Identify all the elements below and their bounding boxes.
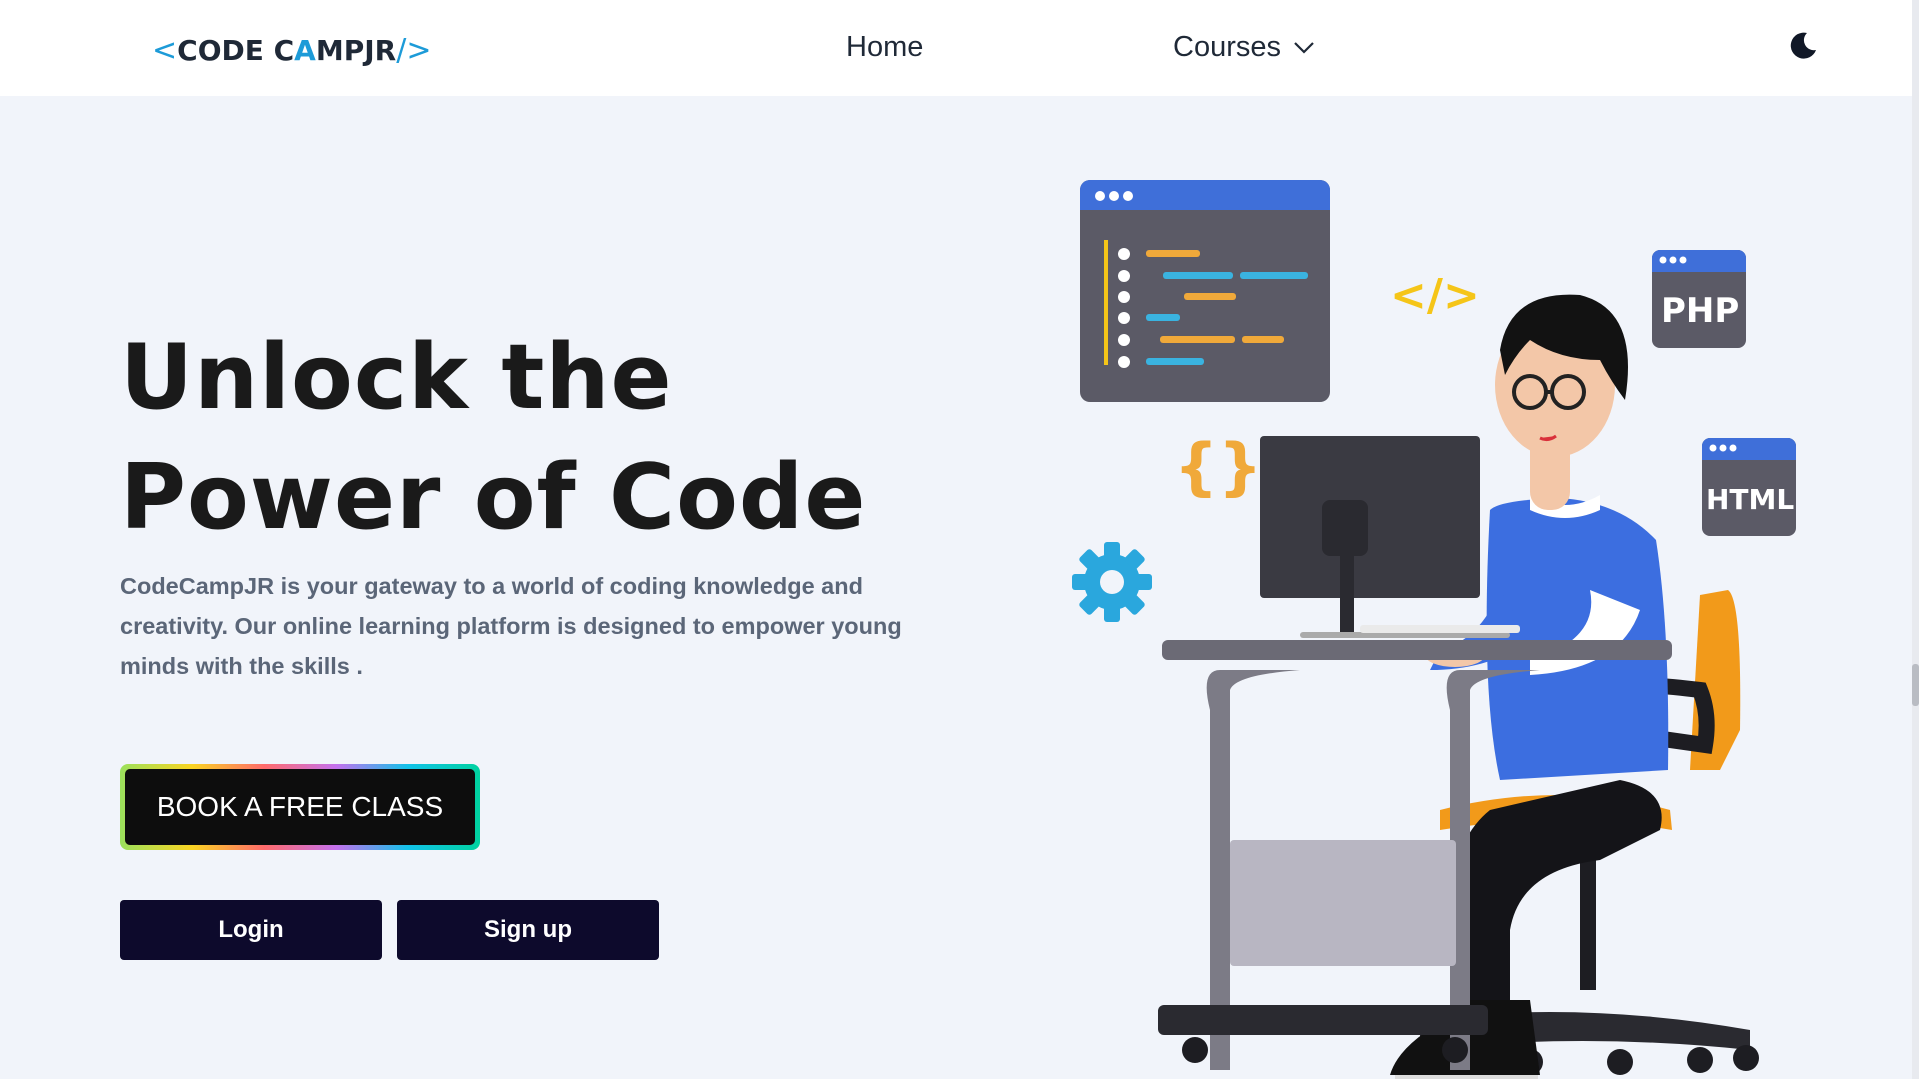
navbar: < CODE C A MPJR /> Home Courses xyxy=(0,0,1919,96)
hero-title: Unlock the Power of Code xyxy=(120,318,940,558)
php-badge-icon: PHP xyxy=(1652,250,1746,348)
hero-title-line-1: Unlock the xyxy=(120,325,673,430)
code-tag-icon: </> xyxy=(1390,270,1480,321)
hero-illustration: </> {} PHP HTML xyxy=(1072,180,1796,1079)
logo-tent-letter: A xyxy=(294,34,316,67)
nav-courses-label: Courses xyxy=(1173,31,1281,63)
logo-text-rest: MPJR xyxy=(315,34,397,67)
curly-braces-icon: {} xyxy=(1174,430,1262,503)
logo-left-bracket: < xyxy=(152,33,178,68)
hero-title-line-2: Power of Code xyxy=(120,445,867,550)
logo-right-bracket: /> xyxy=(396,33,432,68)
signup-button[interactable]: Sign up xyxy=(397,900,659,960)
nav-link-home[interactable]: Home xyxy=(846,31,923,64)
monitor-illustration xyxy=(1260,436,1520,638)
logo-text-code: CODE C xyxy=(177,34,295,67)
gear-icon xyxy=(1072,542,1152,622)
book-free-class-label: BOOK A FREE CLASS xyxy=(125,769,475,845)
hero-description: CodeCampJR is your gateway to a world of… xyxy=(120,573,902,679)
code-window-illustration xyxy=(1080,180,1330,402)
logo[interactable]: < CODE C A MPJR /> xyxy=(152,33,431,68)
book-free-class-button[interactable]: BOOK A FREE CLASS xyxy=(120,764,480,850)
html-badge-icon: HTML xyxy=(1702,438,1796,536)
login-button[interactable]: Login xyxy=(120,900,382,960)
svg-text:PHP: PHP xyxy=(1661,291,1739,331)
scrollbar-thumb[interactable] xyxy=(1912,664,1919,706)
moon-icon[interactable] xyxy=(1787,30,1819,62)
svg-text:HTML: HTML xyxy=(1706,483,1794,516)
scrollbar-track[interactable] xyxy=(1912,0,1919,1079)
nav-link-courses[interactable]: Courses xyxy=(1173,31,1315,64)
chevron-down-icon xyxy=(1294,41,1314,54)
